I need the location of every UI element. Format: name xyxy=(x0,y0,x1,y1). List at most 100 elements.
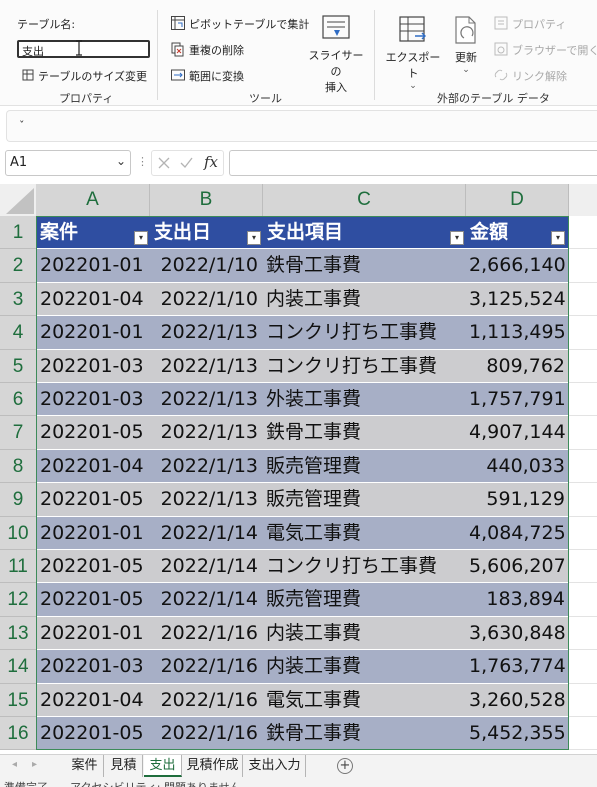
table-cell[interactable]: 電気工事費 xyxy=(266,517,466,550)
empty-cell[interactable] xyxy=(569,583,597,617)
column-header-e[interactable] xyxy=(569,184,597,216)
table-cell[interactable]: 2022/1/16 xyxy=(151,617,258,650)
table-cell[interactable]: 202201-05 xyxy=(40,583,148,616)
table-cell[interactable]: 内装工事費 xyxy=(266,650,466,683)
next-sheet-icon[interactable]: ▸ xyxy=(32,759,37,770)
table-header-cell[interactable]: 支出項目 xyxy=(264,216,467,249)
table-cell[interactable]: 202201-04 xyxy=(40,283,148,316)
table-cell[interactable]: 5,606,207 xyxy=(469,550,565,583)
table-name-input[interactable]: 支出 xyxy=(17,40,150,58)
table-cell[interactable]: 鉄骨工事費 xyxy=(266,717,466,750)
row-header[interactable]: 15 xyxy=(0,683,36,717)
resize-table-button[interactable]: テーブルのサイズ変更 xyxy=(38,68,147,84)
open-in-browser-button[interactable]: ブラウザーで開く xyxy=(512,42,597,58)
filter-dropdown-icon[interactable]: ▾ xyxy=(551,231,565,245)
row-header[interactable]: 10 xyxy=(0,516,36,550)
table-cell[interactable]: 内装工事費 xyxy=(266,283,466,316)
row-header[interactable]: 4 xyxy=(0,316,36,350)
formula-input[interactable] xyxy=(229,150,597,176)
table-cell[interactable]: 202201-04 xyxy=(40,684,148,717)
table-cell[interactable]: 5,452,355 xyxy=(469,717,565,750)
sheet-tab[interactable]: 見積 xyxy=(105,755,143,777)
table-cell[interactable]: 外装工事費 xyxy=(266,383,466,416)
filter-dropdown-icon[interactable]: ▾ xyxy=(247,231,261,245)
table-cell[interactable]: 1,113,495 xyxy=(469,316,565,349)
empty-cell[interactable] xyxy=(569,449,597,484)
column-header-d[interactable]: D xyxy=(466,184,569,216)
table-cell[interactable]: 2022/1/13 xyxy=(151,316,258,349)
remove-duplicates-button[interactable]: 重複の削除 xyxy=(189,42,244,58)
empty-cell[interactable] xyxy=(569,349,597,383)
spreadsheet-grid[interactable]: A B C D 1 金額 支出項目 支出日 案件 ▾ ▾ ▾ ▾ 2 2,666,140 鉄骨工事費 2… xyxy=(0,184,597,754)
table-cell[interactable]: 202201-04 xyxy=(40,450,148,483)
name-box[interactable]: A1 ⌄ xyxy=(5,150,131,176)
prev-sheet-icon[interactable]: ◂ xyxy=(12,759,17,770)
table-cell[interactable]: 販売管理費 xyxy=(266,450,466,483)
row-header[interactable]: 8 xyxy=(0,449,36,484)
filter-dropdown-icon[interactable]: ▾ xyxy=(450,231,464,245)
empty-cell[interactable] xyxy=(569,216,597,250)
table-cell[interactable]: 2022/1/13 xyxy=(151,350,258,383)
add-sheet-button[interactable]: + xyxy=(337,758,353,774)
table-cell[interactable]: 2022/1/14 xyxy=(151,550,258,583)
table-cell[interactable]: 4,084,725 xyxy=(469,517,565,550)
table-cell[interactable]: 電気工事費 xyxy=(266,684,466,717)
row-header[interactable]: 11 xyxy=(0,550,36,584)
row-header[interactable]: 1 xyxy=(0,216,36,250)
empty-cell[interactable] xyxy=(569,282,597,317)
table-cell[interactable]: 202201-03 xyxy=(40,650,148,683)
table-cell[interactable]: 2022/1/13 xyxy=(151,383,258,416)
table-cell[interactable]: 1,763,774 xyxy=(469,650,565,683)
table-cell[interactable]: 2,666,140 xyxy=(469,249,565,282)
sheet-tab[interactable]: 支出 xyxy=(144,755,182,777)
table-cell[interactable]: 202201-01 xyxy=(40,617,148,650)
empty-cell[interactable] xyxy=(569,483,597,517)
table-cell[interactable]: 2022/1/16 xyxy=(151,717,258,750)
table-cell[interactable]: 202201-01 xyxy=(40,249,148,282)
row-header[interactable]: 7 xyxy=(0,416,36,450)
table-cell[interactable]: 2022/1/10 xyxy=(151,283,258,316)
insert-function-icon[interactable]: fx xyxy=(204,153,218,171)
table-cell[interactable]: 202201-01 xyxy=(40,517,148,550)
empty-cell[interactable] xyxy=(569,683,597,717)
column-header-a[interactable]: A xyxy=(36,184,150,216)
sheet-tab[interactable]: 案件 xyxy=(66,755,104,777)
row-header[interactable]: 6 xyxy=(0,383,36,417)
table-cell[interactable]: 販売管理費 xyxy=(266,483,466,516)
empty-cell[interactable] xyxy=(569,616,597,651)
table-cell[interactable]: 2022/1/14 xyxy=(151,583,258,616)
collapse-chevron-icon[interactable]: ˇ xyxy=(19,119,25,132)
more-options-icon[interactable]: ⋮ xyxy=(137,155,148,168)
table-cell[interactable]: 3,260,528 xyxy=(469,684,565,717)
table-cell[interactable]: 591,129 xyxy=(469,483,565,516)
table-cell[interactable]: 鉄骨工事費 xyxy=(266,416,466,449)
table-cell[interactable]: 内装工事費 xyxy=(266,617,466,650)
row-header[interactable]: 12 xyxy=(0,583,36,617)
column-header-b[interactable]: B xyxy=(150,184,263,216)
confirm-icon[interactable] xyxy=(180,157,193,169)
table-cell[interactable]: 202201-03 xyxy=(40,383,148,416)
table-cell[interactable]: 3,125,524 xyxy=(469,283,565,316)
empty-cell[interactable] xyxy=(569,249,597,283)
table-cell[interactable]: 202201-05 xyxy=(40,416,148,449)
sheet-tab[interactable]: 支出入力 xyxy=(244,755,306,777)
table-cell[interactable]: 販売管理費 xyxy=(266,583,466,616)
table-cell[interactable]: 202201-05 xyxy=(40,550,148,583)
select-all-corner[interactable] xyxy=(0,184,36,216)
filter-dropdown-icon[interactable]: ▾ xyxy=(134,231,148,245)
export-button[interactable]: エクスポート ⌄ xyxy=(382,14,444,91)
table-cell[interactable]: コンクリ打ち工事費 xyxy=(266,316,466,349)
column-header-c[interactable]: C xyxy=(263,184,466,216)
table-cell[interactable]: 202201-03 xyxy=(40,350,148,383)
table-cell[interactable]: 4,907,144 xyxy=(469,416,565,449)
table-cell[interactable]: 3,630,848 xyxy=(469,617,565,650)
table-cell[interactable]: 440,033 xyxy=(469,450,565,483)
row-header[interactable]: 13 xyxy=(0,616,36,651)
empty-cell[interactable] xyxy=(569,316,597,350)
refresh-button[interactable]: 更新 ⌄ xyxy=(449,14,483,75)
table-cell[interactable]: 183,894 xyxy=(469,583,565,616)
table-cell[interactable]: 2022/1/13 xyxy=(151,483,258,516)
table-cell[interactable]: 2022/1/13 xyxy=(151,450,258,483)
empty-cell[interactable] xyxy=(569,650,597,684)
table-cell[interactable]: 202201-01 xyxy=(40,316,148,349)
